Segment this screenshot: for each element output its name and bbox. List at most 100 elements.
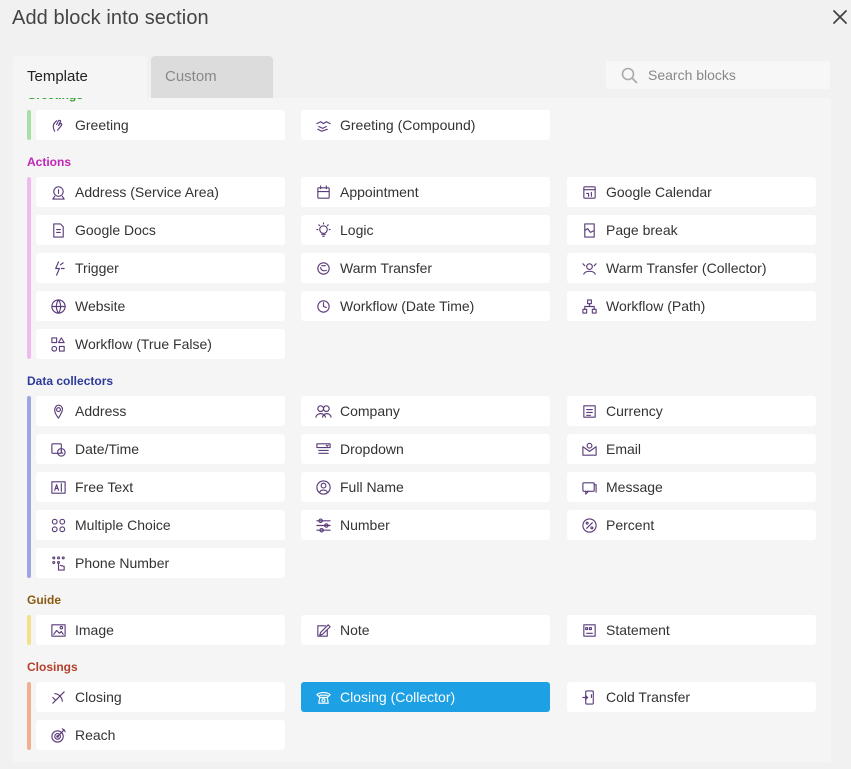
- block-appointment[interactable]: Appointment: [301, 177, 550, 207]
- search-icon: [621, 67, 638, 84]
- section-label-guide: Guide: [27, 593, 62, 607]
- block-cold-transfer[interactable]: Cold Transfer: [567, 682, 816, 712]
- block-label: Currency: [606, 403, 663, 419]
- user-card-icon: [316, 479, 331, 495]
- block-label: Greeting (Compound): [340, 117, 476, 133]
- section-color-bar: [27, 110, 31, 140]
- block-list-panel[interactable]: Greetings Greeting Greeting (Compound) Acti…: [13, 98, 831, 762]
- block-workflow-date-time[interactable]: Workflow (Date Time): [301, 291, 550, 321]
- people-icon: [315, 404, 332, 418]
- closing-icon: [52, 690, 65, 704]
- block-label: Workflow (Path): [606, 298, 706, 314]
- block-message[interactable]: Message: [567, 472, 816, 502]
- block-phone-number[interactable]: Phone Number: [36, 548, 285, 578]
- quote-icon: [583, 623, 596, 637]
- block-label: Date/Time: [75, 441, 140, 457]
- block-label: Warm Transfer: [340, 260, 433, 276]
- block-date-time[interactable]: Date/Time: [36, 434, 285, 464]
- block-label: Closing: [75, 689, 122, 705]
- block-label: Image: [75, 622, 114, 638]
- block-label: Full Name: [340, 479, 404, 495]
- block-email[interactable]: Email: [567, 434, 816, 464]
- block-statement[interactable]: Statement: [567, 615, 816, 645]
- block-number[interactable]: Number: [301, 510, 550, 540]
- keypad-icon: [52, 555, 65, 571]
- block-website[interactable]: Website: [36, 291, 285, 321]
- block-free-text[interactable]: Free Text: [36, 472, 285, 502]
- block-image[interactable]: Image: [36, 615, 285, 645]
- block-workflow-path[interactable]: Workflow (Path): [567, 291, 816, 321]
- clock-workflow-icon: [317, 299, 330, 313]
- tab-template-blocks[interactable]: Template blocks: [13, 56, 147, 127]
- search-input[interactable]: [646, 61, 826, 89]
- block-label: Cold Transfer: [606, 689, 691, 705]
- globe-icon: [51, 298, 66, 314]
- close-button[interactable]: [829, 6, 851, 28]
- block-greeting[interactable]: Greeting: [36, 110, 285, 140]
- block-google-calendar[interactable]: Google Calendar: [567, 177, 816, 207]
- block-company[interactable]: Company: [301, 396, 550, 426]
- block-full-name[interactable]: Full Name: [301, 472, 550, 502]
- section-color-bar: [27, 177, 31, 359]
- block-warm-transfer-collector[interactable]: Warm Transfer (Collector): [567, 253, 816, 283]
- block-logic[interactable]: Logic: [301, 215, 550, 245]
- phone-transfer-icon: [317, 261, 330, 275]
- google-calendar-icon: [583, 185, 596, 199]
- block-label: Phone Number: [75, 555, 170, 571]
- block-greeting-compound[interactable]: Greeting (Compound): [301, 110, 550, 140]
- block-page-break[interactable]: Page break: [567, 215, 816, 245]
- map-pin-icon: [52, 185, 65, 200]
- calendar-clock-icon: [51, 442, 66, 457]
- block-closing-collector[interactable]: Closing (Collector): [301, 682, 550, 712]
- block-label: Trigger: [75, 260, 119, 276]
- tab-custom-blocks[interactable]: Custom blocks: [151, 56, 273, 127]
- block-reach[interactable]: Reach: [36, 720, 285, 750]
- block-label: Closing (Collector): [340, 689, 456, 705]
- block-label: Workflow (True False): [75, 336, 212, 352]
- block-dropdown[interactable]: Dropdown: [301, 434, 550, 464]
- image-icon: [51, 623, 66, 637]
- lightbulb-icon: [316, 221, 331, 237]
- block-workflow-true-false[interactable]: Workflow (True False): [36, 329, 285, 359]
- section-label-actions: Actions: [27, 155, 72, 169]
- section-label-greetings: Greetings: [27, 98, 83, 102]
- transfer-collector-icon: [582, 262, 597, 275]
- block-note[interactable]: Note: [301, 615, 550, 645]
- block-currency[interactable]: Currency: [567, 396, 816, 426]
- location-icon: [54, 404, 63, 419]
- block-label: Statement: [606, 622, 670, 638]
- block-label: Appointment: [340, 184, 419, 200]
- block-label: Address (Service Area): [75, 184, 219, 200]
- block-label: Page break: [606, 222, 678, 238]
- percent-icon: [582, 517, 597, 533]
- block-label: Google Docs: [75, 222, 156, 238]
- block-label: Google Calendar: [606, 184, 712, 200]
- block-warm-transfer[interactable]: Warm Transfer: [301, 253, 550, 283]
- email-icon: [582, 442, 597, 456]
- path-workflow-icon: [582, 298, 597, 314]
- block-address-service-area[interactable]: Address (Service Area): [36, 177, 285, 207]
- hand-wave-icon: [52, 119, 63, 132]
- block-label: Website: [75, 298, 126, 314]
- search-box[interactable]: [606, 61, 830, 89]
- block-google-docs[interactable]: Google Docs: [36, 215, 285, 245]
- section-label-data-collectors: Data collectors: [27, 374, 114, 388]
- close-icon: [833, 10, 847, 24]
- block-label: Free Text: [75, 479, 134, 495]
- block-percent[interactable]: Percent: [567, 510, 816, 540]
- section-color-bar: [27, 615, 31, 645]
- block-address[interactable]: Address: [36, 396, 285, 426]
- true-false-icon: [51, 336, 65, 352]
- section-color-bar: [27, 396, 31, 578]
- block-trigger[interactable]: Trigger: [36, 253, 285, 283]
- block-label: Multiple Choice: [75, 517, 171, 533]
- block-multiple-choice[interactable]: Multiple Choice: [36, 510, 285, 540]
- phone-icon: [316, 691, 331, 704]
- handshake-icon: [316, 120, 331, 132]
- block-label: Percent: [606, 517, 655, 533]
- page-break-icon: [584, 222, 595, 238]
- block-closing[interactable]: Closing: [36, 682, 285, 712]
- dialog-title: Add block into section: [12, 7, 209, 29]
- block-label: Number: [340, 517, 390, 533]
- cold-transfer-icon: [582, 689, 594, 705]
